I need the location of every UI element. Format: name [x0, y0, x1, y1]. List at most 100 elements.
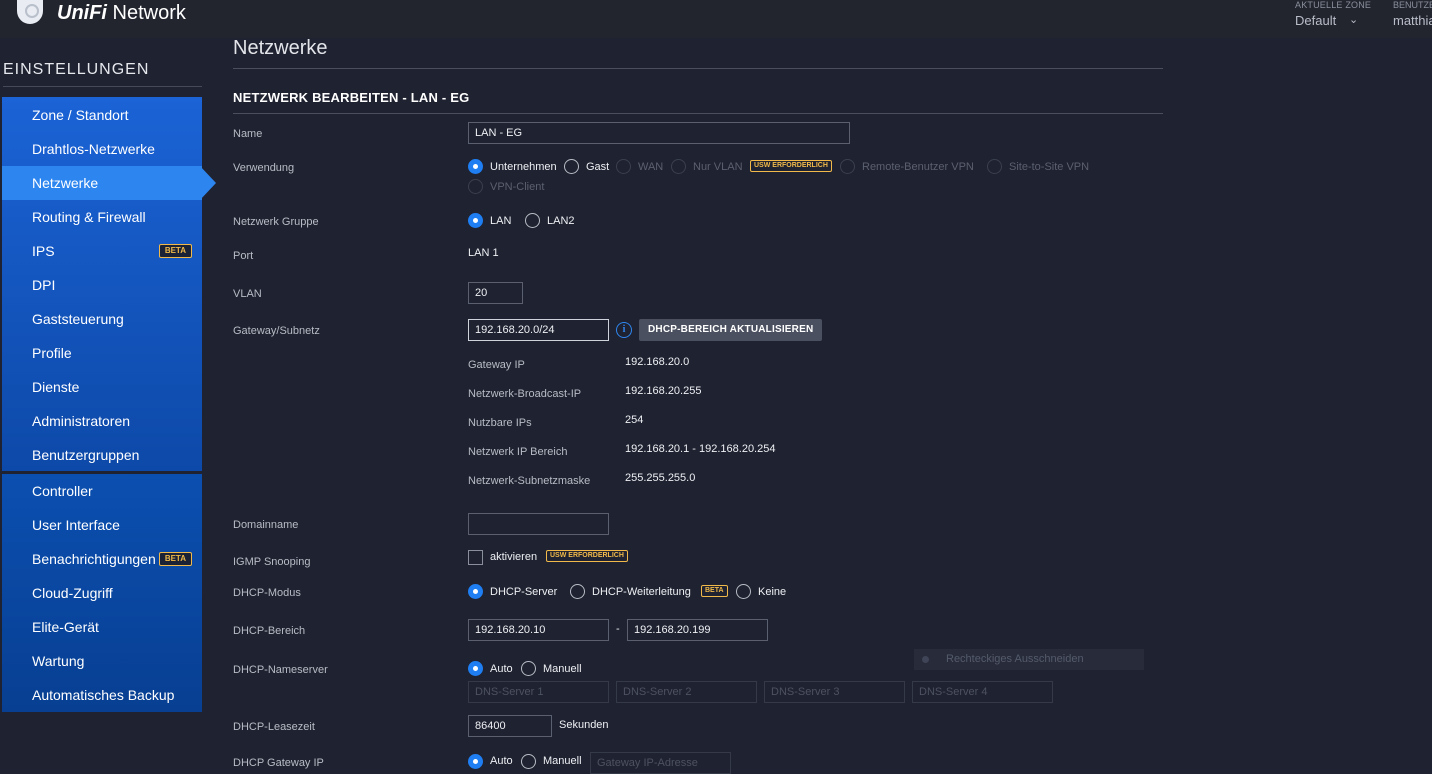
igmp-checkbox[interactable] — [468, 550, 483, 565]
unifi-logo-icon[interactable] — [17, 0, 43, 24]
dhcp-range-start-input[interactable]: 192.168.20.10 — [468, 619, 609, 641]
dhcp-ns-radio-manual[interactable] — [521, 661, 536, 676]
zone-label: AKTUELLE ZONE — [1295, 0, 1372, 10]
dhcp-gateway-label: DHCP Gateway IP — [233, 757, 324, 769]
title-divider — [233, 68, 1163, 69]
chevron-down-icon[interactable]: ⌄ — [1349, 13, 1358, 26]
sidebar-item-user-groups[interactable]: Benutzergruppen — [2, 438, 202, 472]
usage-radio-guest[interactable] — [564, 159, 579, 174]
lease-time-input[interactable]: 86400 — [468, 715, 552, 737]
beta-badge: BETA — [158, 552, 192, 566]
network-group-radio-lan[interactable] — [468, 213, 483, 228]
lease-time-label: DHCP-Leasezeit — [233, 721, 315, 733]
vlan-input[interactable]: 20 — [468, 282, 523, 304]
section-divider — [233, 113, 1163, 114]
dhcp-mode-option-server: DHCP-Server — [490, 586, 558, 598]
snip-dot-icon — [922, 656, 929, 663]
dhcp-mode-option-none: Keine — [758, 586, 787, 598]
usage-option-vlan-only: Nur VLAN — [693, 161, 743, 173]
usage-radio-vlan-only[interactable] — [671, 159, 686, 174]
dhcp-gateway-radio-manual[interactable] — [521, 754, 536, 769]
sidebar-item-networks[interactable]: Netzwerke — [2, 166, 202, 200]
domain-input[interactable] — [468, 513, 609, 535]
name-input[interactable]: LAN - EG — [468, 122, 850, 144]
active-item-arrow — [200, 166, 216, 200]
usage-option-vpn-client: VPN-Client — [490, 181, 545, 193]
network-group-option-lan2: LAN2 — [547, 215, 575, 227]
sidebar-heading: EINSTELLUNGEN — [3, 61, 150, 78]
sidebar-item-dpi[interactable]: DPI — [2, 268, 202, 302]
usw-required-badge: USW ERFORDERLICH — [750, 160, 832, 172]
page-title: Netzwerke — [233, 37, 328, 59]
usw-required-badge: USW ERFORDERLICH — [546, 550, 628, 562]
dns-server-2-input[interactable]: DNS-Server 2 — [616, 681, 757, 703]
ip-range-label: Netzwerk IP Bereich — [468, 446, 568, 458]
domain-label: Domainname — [233, 519, 299, 531]
usage-option-site-vpn: Site-to-Site VPN — [1009, 161, 1090, 173]
usage-option-guest: Gast — [586, 161, 610, 173]
subnet-mask-value: 255.255.255.0 — [625, 472, 696, 484]
usable-ips-label: Nutzbare IPs — [468, 417, 532, 429]
port-value: LAN 1 — [468, 247, 499, 259]
sidebar-item-cloud-access[interactable]: Cloud-Zugriff — [2, 576, 202, 610]
gateway-subnet-input[interactable]: 192.168.20.0/24 — [468, 319, 609, 341]
ip-range-value: 192.168.20.1 - 192.168.20.254 — [625, 443, 776, 455]
sidebar-item-guest-control[interactable]: Gaststeuerung — [2, 302, 202, 336]
usable-ips-value: 254 — [625, 414, 644, 426]
sidebar-item-auto-backup[interactable]: Automatisches Backup — [2, 678, 202, 712]
network-group-radio-lan2[interactable] — [525, 213, 540, 228]
user-menu[interactable]: matthias — [1393, 13, 1432, 28]
brand-title: UniFi Network — [57, 2, 186, 24]
sidebar-item-zone[interactable]: Zone / Standort — [2, 98, 202, 132]
network-group-label: Netzwerk Gruppe — [233, 216, 319, 228]
dhcp-ns-radio-auto[interactable] — [468, 661, 483, 676]
usage-radio-wan[interactable] — [616, 159, 631, 174]
dhcp-mode-option-relay: DHCP-Weiterleitung — [592, 586, 691, 598]
sidebar-item-notifications[interactable]: Benachrichtigungen BETA — [2, 542, 202, 576]
dhcp-gateway-radio-auto[interactable] — [468, 754, 483, 769]
subnet-mask-label: Netzwerk-Subnetzmaske — [468, 475, 591, 487]
broadcast-ip-value: 192.168.20.255 — [625, 385, 702, 397]
dns-server-1-input[interactable]: DNS-Server 1 — [468, 681, 609, 703]
sidebar-item-elite-device[interactable]: Elite-Gerät — [2, 610, 202, 644]
igmp-checkbox-label: aktivieren — [490, 551, 538, 563]
sidebar-item-admins[interactable]: Administratoren — [2, 404, 202, 438]
dhcp-range-label: DHCP-Bereich — [233, 625, 306, 637]
sidebar-item-routing[interactable]: Routing & Firewall — [2, 200, 202, 234]
dhcp-mode-label: DHCP-Modus — [233, 587, 301, 599]
port-label: Port — [233, 250, 254, 262]
dhcp-mode-radio-server[interactable] — [468, 584, 483, 599]
usage-radio-remote-vpn[interactable] — [840, 159, 855, 174]
gateway-label: Gateway/Subnetz — [233, 325, 320, 337]
sidebar-item-controller[interactable]: Controller — [2, 474, 202, 508]
info-icon[interactable]: i — [616, 322, 632, 338]
usage-radio-business[interactable] — [468, 159, 483, 174]
sidebar-item-services[interactable]: Dienste — [2, 370, 202, 404]
network-group-option-lan: LAN — [490, 215, 512, 227]
section-title: NETZWERK BEARBEITEN - LAN - EG — [233, 90, 470, 105]
sidebar-item-user-interface[interactable]: User Interface — [2, 508, 202, 542]
sidebar-group-controller: Controller User Interface Benachrichtigu… — [2, 474, 202, 712]
vlan-label: VLAN — [233, 288, 262, 300]
usage-radio-vpn-client[interactable] — [468, 179, 483, 194]
dhcp-mode-radio-none[interactable] — [736, 584, 751, 599]
sidebar-item-profiles[interactable]: Profile — [2, 336, 202, 370]
sidebar-divider — [3, 86, 202, 87]
sidebar-item-maintenance[interactable]: Wartung — [2, 644, 202, 678]
zone-selector[interactable]: Default — [1295, 13, 1336, 28]
sidebar-item-ips[interactable]: IPS BETA — [2, 234, 202, 268]
sidebar-item-wireless[interactable]: Drahtlos-Netzwerke — [2, 132, 202, 166]
sidebar-group-site: Zone / Standort Drahtlos-Netzwerke Netzw… — [2, 97, 202, 471]
dhcp-ns-option-auto: Auto — [490, 663, 513, 675]
update-dhcp-range-button[interactable]: DHCP-BEREICH AKTUALISIEREN — [639, 319, 823, 341]
snip-tool-overlay: Rechteckiges Ausschneiden — [914, 649, 1144, 670]
usage-option-business: Unternehmen — [490, 161, 557, 173]
dns-server-3-input[interactable]: DNS-Server 3 — [764, 681, 905, 703]
dhcp-mode-radio-relay[interactable] — [570, 584, 585, 599]
dhcp-gateway-ip-input[interactable]: Gateway IP-Adresse — [590, 752, 731, 774]
usage-radio-site-vpn[interactable] — [987, 159, 1002, 174]
dhcp-nameserver-label: DHCP-Nameserver — [233, 664, 328, 676]
igmp-label: IGMP Snooping — [233, 556, 311, 568]
dhcp-range-end-input[interactable]: 192.168.20.199 — [627, 619, 768, 641]
dns-server-4-input[interactable]: DNS-Server 4 — [912, 681, 1053, 703]
